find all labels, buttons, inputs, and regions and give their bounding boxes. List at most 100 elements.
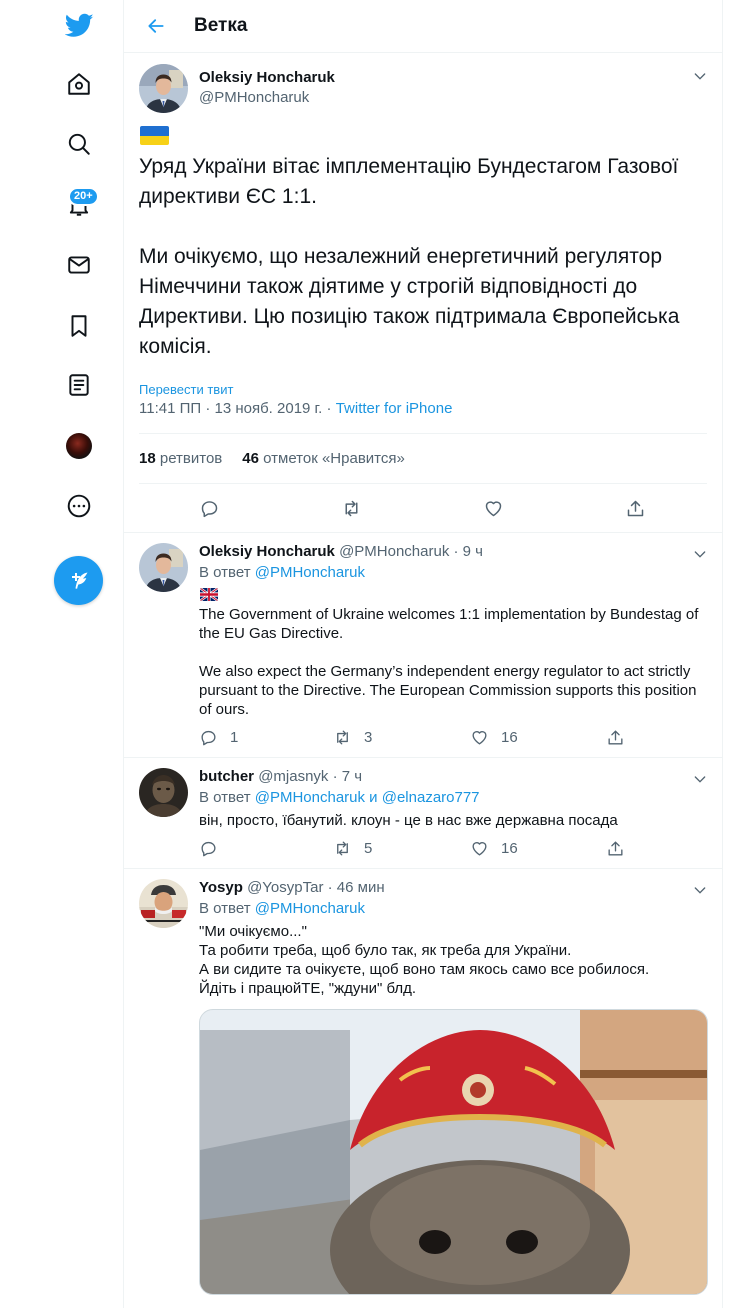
- reply-menu-chevron-icon[interactable]: [691, 545, 709, 563]
- main-column: Ветка Oleksiy Honcharuk @PMHoncharuk Уря…: [123, 0, 723, 1308]
- retweet-icon: [337, 841, 348, 856]
- reply-author-handle[interactable]: @mjasnyk: [258, 768, 328, 785]
- messages-mail-icon[interactable]: [56, 242, 102, 288]
- reply-icon: [201, 500, 218, 517]
- share-button[interactable]: [606, 728, 637, 747]
- share-icon: [627, 500, 644, 516]
- likes-count: 46: [242, 450, 259, 467]
- share-button[interactable]: [606, 839, 637, 858]
- attached-photo[interactable]: [199, 1009, 708, 1295]
- bookmarks-icon[interactable]: [56, 303, 102, 349]
- main-tweet: Oleksiy Honcharuk @PMHoncharuk Уряд Укра…: [124, 53, 723, 533]
- retweet-button[interactable]: 5: [333, 839, 372, 858]
- replying-to: В ответ @PMHoncharuk: [199, 564, 365, 581]
- replying-to-link[interactable]: @PMHoncharuk и @elnazaro777: [255, 789, 480, 806]
- twitter-logo-icon[interactable]: [56, 2, 102, 48]
- reply-text: The Government of Ukraine welcomes 1:1 i…: [199, 606, 699, 718]
- reply-header: Oleksiy Honcharuk @PMHoncharuk · 9 ч: [199, 543, 483, 560]
- explore-search-icon[interactable]: [56, 121, 102, 167]
- heart-icon: [485, 500, 502, 516]
- notifications-badge: 20+: [68, 187, 99, 206]
- retweets-count: 18: [139, 450, 156, 467]
- share-icon: [608, 730, 623, 745]
- reply-author-handle[interactable]: @PMHoncharuk: [339, 543, 449, 560]
- reply-text: "Ми очікуємо..." Та робити треба, щоб бу…: [199, 923, 650, 997]
- reply-time[interactable]: · 9 ч: [449, 543, 484, 560]
- reply-header: Yosyp @YosypTar · 46 мин: [199, 879, 385, 896]
- replying-to-prefix: В ответ: [199, 564, 255, 581]
- back-button[interactable]: [136, 6, 176, 46]
- page-title: Ветка: [194, 15, 248, 36]
- reply-icon: [201, 730, 216, 746]
- like-button[interactable]: [483, 493, 504, 523]
- reply-text: він, просто, їбанутий. клоун - це в нас …: [199, 812, 618, 829]
- reply-actions: 5 16: [199, 839, 709, 861]
- tweet-source-link[interactable]: Twitter for iPhone: [336, 400, 453, 417]
- uk-flag-emoji-icon: [200, 588, 218, 601]
- reply-menu-chevron-icon[interactable]: [691, 770, 709, 788]
- reply-icon: [201, 841, 216, 857]
- like-count: 16: [501, 840, 518, 857]
- reply-author-avatar[interactable]: [139, 879, 188, 928]
- tweet-text: Уряд України вітає імплементацію Бундест…: [139, 155, 680, 358]
- reply-time[interactable]: · 46 мин: [323, 879, 385, 896]
- ukraine-flag-emoji-icon: [140, 126, 169, 145]
- retweet-count: 3: [364, 729, 373, 746]
- reply-count: 1: [230, 729, 239, 746]
- reply-author-name[interactable]: butcher: [199, 768, 254, 785]
- heart-icon: [472, 842, 487, 856]
- reply-author-avatar[interactable]: [139, 543, 188, 592]
- retweets-stat[interactable]: 18 ретвитов: [139, 450, 222, 467]
- tweet-time[interactable]: 11:41 ПП · 13 нояб. 2019 г. ·: [139, 400, 336, 417]
- share-icon: [608, 841, 623, 856]
- like-button[interactable]: 16: [470, 839, 518, 858]
- replying-to-link[interactable]: @PMHoncharuk: [255, 900, 365, 917]
- reply-tweet[interactable]: Yosyp @YosypTar · 46 мин В ответ @PMHonc…: [124, 869, 723, 1308]
- reply-button[interactable]: [199, 839, 230, 858]
- replying-to: В ответ @PMHoncharuk и @elnazaro777: [199, 789, 480, 806]
- tweet-metadata: 11:41 ПП · 13 нояб. 2019 г. · Twitter fo…: [139, 400, 452, 417]
- tweet-actions: [139, 493, 707, 523]
- likes-stat[interactable]: 46 отметок «Нравится»: [242, 450, 405, 467]
- reply-actions: 1 3 16: [199, 728, 709, 750]
- retweet-button[interactable]: [341, 493, 362, 523]
- author-handle[interactable]: @PMHoncharuk: [199, 89, 309, 106]
- reply-tweet[interactable]: butcher @mjasnyk · 7 ч В ответ @PMHoncha…: [124, 758, 723, 869]
- home-icon[interactable]: [56, 61, 102, 107]
- reply-button[interactable]: 1: [199, 728, 238, 747]
- reply-header: butcher @mjasnyk · 7 ч: [199, 768, 362, 785]
- reply-author-name[interactable]: Yosyp: [199, 879, 243, 896]
- lists-icon[interactable]: [56, 362, 102, 408]
- retweets-label: ретвитов: [159, 450, 223, 467]
- replying-to: В ответ @PMHoncharuk: [199, 900, 365, 917]
- heart-icon: [472, 731, 487, 745]
- reply-tweet[interactable]: Oleksiy Honcharuk @PMHoncharuk · 9 ч В о…: [124, 533, 723, 758]
- author-avatar[interactable]: [139, 64, 188, 113]
- retweet-button[interactable]: 3: [333, 728, 372, 747]
- share-button[interactable]: [625, 493, 646, 523]
- retweet-count: 5: [364, 840, 373, 857]
- retweet-icon: [337, 730, 348, 745]
- like-button[interactable]: 16: [470, 728, 518, 747]
- reply-author-name[interactable]: Oleksiy Honcharuk: [199, 543, 335, 560]
- tweet-menu-chevron-icon[interactable]: [691, 67, 709, 85]
- retweet-icon: [345, 500, 358, 516]
- reply-author-avatar[interactable]: [139, 768, 188, 817]
- more-options-icon[interactable]: [56, 483, 102, 529]
- reply-author-handle[interactable]: @YosypTar: [247, 879, 323, 896]
- page-header: Ветка: [124, 0, 723, 53]
- profile-avatar-icon[interactable]: [56, 423, 102, 469]
- author-name[interactable]: Oleksiy Honcharuk: [199, 69, 335, 86]
- reply-menu-chevron-icon[interactable]: [691, 881, 709, 899]
- back-arrow-icon: [148, 19, 164, 33]
- side-navigation: 20+: [0, 0, 124, 1308]
- replying-to-prefix: В ответ: [199, 900, 255, 917]
- tweet-stats: 18 ретвитов 46 отметок «Нравится»: [139, 433, 707, 484]
- replying-to-link[interactable]: @PMHoncharuk: [255, 564, 365, 581]
- feather-plus-icon: [71, 572, 87, 589]
- translate-tweet-link[interactable]: Перевести твит: [139, 382, 233, 397]
- compose-tweet-button[interactable]: [54, 556, 103, 605]
- reply-time[interactable]: · 7 ч: [328, 768, 363, 785]
- reply-button[interactable]: [199, 493, 220, 523]
- likes-label: отметок «Нравится»: [263, 450, 405, 467]
